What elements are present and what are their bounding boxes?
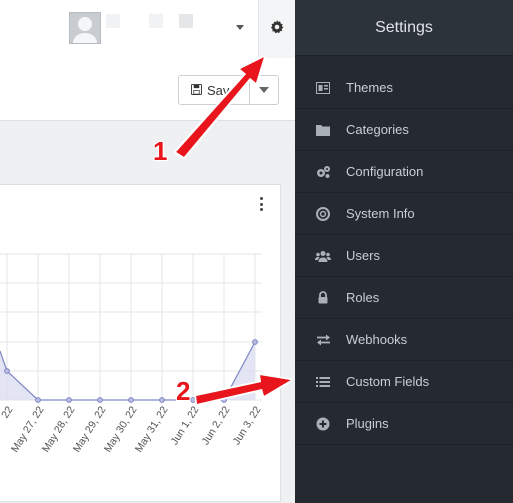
life-ring-icon [315, 206, 331, 222]
chart-data-point [159, 397, 165, 403]
themes-icon [315, 80, 331, 96]
lock-icon [315, 290, 331, 306]
chart-x-tick-label: 22 [0, 404, 16, 420]
plus-circle-icon [315, 416, 331, 432]
settings-panel: Settings Themes Categories Configuration Sy… [295, 0, 513, 503]
chart-x-tick-label: Jun 2, 22 [199, 404, 232, 447]
settings-menu-item-label: Categories [346, 122, 409, 137]
chart-data-point [128, 397, 134, 403]
chart-data-point [221, 397, 227, 403]
chart-data-point [66, 397, 72, 403]
list-icon [315, 374, 331, 390]
annotation-step-1: 1 [153, 136, 168, 166]
folder-icon [315, 122, 331, 138]
settings-menu-item-label: Plugins [346, 416, 389, 431]
annotation-step-2: 2 [176, 376, 191, 406]
settings-menu-item-label: Configuration [346, 164, 424, 179]
chart-plot: 22May 27, 22May 28, 22May 29, 22May 30, … [0, 253, 264, 455]
settings-menu-item-configuration[interactable]: Configuration [295, 151, 513, 193]
chart-data-point [4, 368, 10, 374]
chart-data-point [97, 397, 103, 403]
settings-menu-item-label: Roles [346, 290, 380, 305]
chart-data-point [190, 397, 196, 403]
settings-menu-item-plugins[interactable]: Plugins [295, 403, 513, 445]
settings-menu-item-roles[interactable]: Roles [295, 277, 513, 319]
settings-menu-item-label: Themes [346, 80, 393, 95]
settings-menu-item-label: Webhooks [346, 332, 408, 347]
settings-menu-item-users[interactable]: Users [295, 235, 513, 277]
settings-menu-item-system-info[interactable]: System Info [295, 193, 513, 235]
users-icon [315, 248, 331, 264]
chart-data-point [35, 397, 41, 403]
chart-data-point [252, 339, 258, 345]
cogs-icon [315, 164, 331, 180]
settings-menu-item-custom-fields[interactable]: Custom Fields [295, 361, 513, 403]
settings-panel-title: Settings [295, 0, 513, 56]
chart-x-tick-label: Jun 3, 22 [230, 404, 263, 447]
exchange-icon [315, 332, 331, 348]
settings-menu-item-themes[interactable]: Themes [295, 67, 513, 109]
settings-menu-item-categories[interactable]: Categories [295, 109, 513, 151]
settings-menu-item-webhooks[interactable]: Webhooks [295, 319, 513, 361]
settings-menu-item-label: Users [346, 248, 380, 263]
settings-menu-item-label: System Info [346, 206, 415, 221]
chart-x-tick-label: Jun 1, 22 [168, 404, 201, 447]
settings-menu-item-label: Custom Fields [346, 374, 430, 389]
